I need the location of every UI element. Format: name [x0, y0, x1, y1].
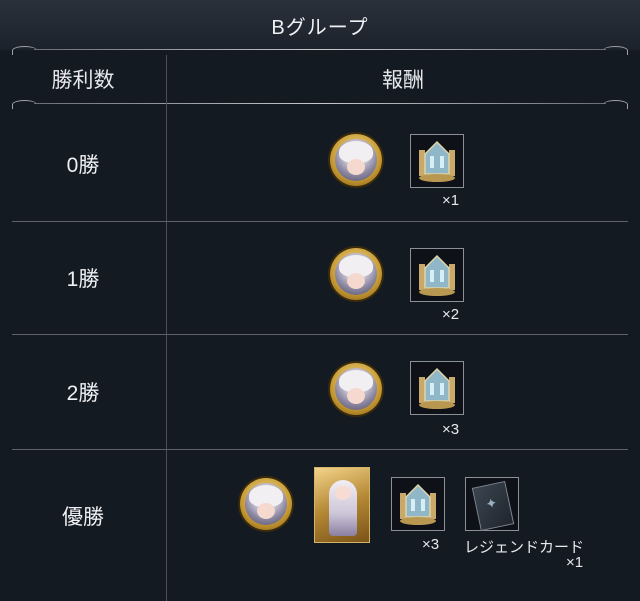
character-medal-icon[interactable] — [330, 363, 382, 415]
table-row: 2勝 ×3 — [0, 335, 640, 448]
table-row: 優勝 ×3 レジェンドカード ×1 — [0, 450, 640, 601]
ornament-divider — [12, 100, 628, 109]
reward-cell: ×1 — [166, 108, 640, 220]
wins-cell: 1勝 — [66, 268, 100, 291]
legend-card-quantity: ×1 — [566, 554, 584, 571]
reward-cell: ×2 — [166, 222, 640, 334]
wins-cell: 優勝 — [62, 505, 104, 529]
reward-quantity: ×3 — [442, 421, 460, 438]
table-header: 勝利数 報酬 — [0, 55, 640, 103]
wins-header: 勝利数 — [51, 69, 115, 92]
table-row: 0勝 ×1 — [0, 108, 640, 220]
character-medal-icon[interactable] — [330, 134, 382, 186]
character-card-icon[interactable] — [314, 467, 370, 543]
reward-cell: ×3 — [166, 335, 640, 448]
wins-cell: 2勝 — [66, 381, 100, 405]
reward-quantity: ×3 — [422, 536, 440, 553]
ornament-divider — [12, 46, 628, 55]
title-text: Bグループ — [271, 16, 369, 39]
reward-quantity: ×1 — [442, 192, 460, 209]
reward-quantity: ×2 — [442, 306, 460, 323]
crown-trophy-icon[interactable] — [410, 134, 464, 188]
crown-trophy-icon[interactable] — [410, 361, 464, 415]
page-title: Bグループ — [0, 0, 640, 50]
reward-cell: ×3 レジェンドカード ×1 — [166, 450, 640, 601]
wins-cell: 0勝 — [66, 154, 100, 177]
character-medal-icon[interactable] — [330, 248, 382, 300]
crown-trophy-icon[interactable] — [410, 248, 464, 302]
crown-trophy-icon[interactable] — [391, 477, 445, 531]
legend-card-icon[interactable] — [465, 477, 519, 532]
character-medal-icon[interactable] — [240, 478, 292, 530]
reward-header: 報酬 — [382, 69, 424, 92]
table-row: 1勝 ×2 — [0, 222, 640, 334]
